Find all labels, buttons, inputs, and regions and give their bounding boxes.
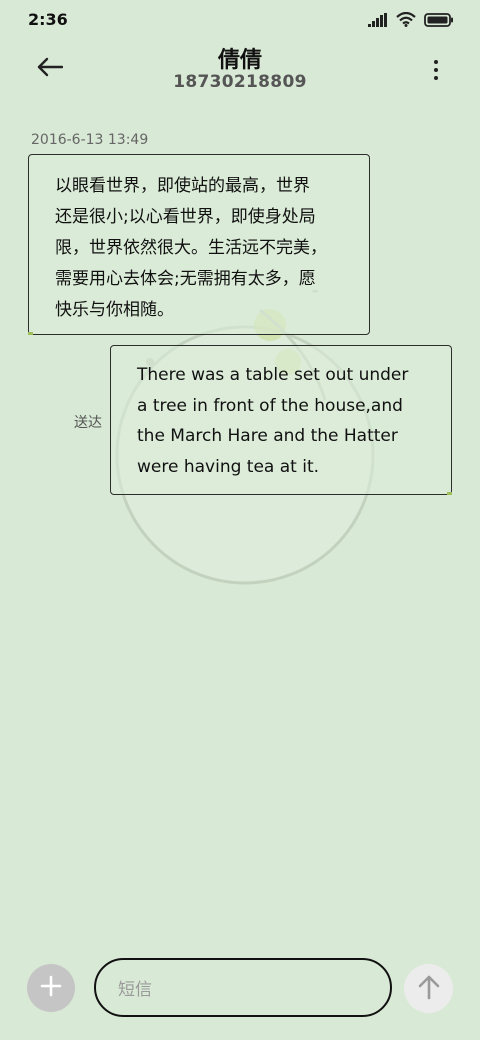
sms-input[interactable]: 短信 — [94, 958, 392, 1017]
message-composer: 短信 — [0, 950, 480, 1030]
message-timestamp: 2016-6-13 13:49 — [31, 132, 149, 148]
outgoing-message-bubble[interactable]: There was a table set out under a tree i… — [110, 345, 452, 495]
message-line: a tree in front of the house,and — [137, 395, 403, 416]
conversation-header: 倩倩 18730218809 — [0, 40, 480, 102]
wifi-icon — [396, 11, 416, 31]
message-line: 限，世界依然很大。生活远不完美， — [55, 238, 327, 258]
contact-number: 18730218809 — [173, 72, 307, 92]
message-line: There was a table set out under — [137, 365, 409, 385]
status-time: 2:36 — [28, 10, 68, 29]
message-line: 还是很小;以心看世界，即使身处局 — [55, 207, 316, 227]
plus-icon — [40, 975, 62, 1001]
incoming-message-bubble[interactable]: 以眼看世界，即使站的最高，世界 还是很小;以心看世界，即使身处局 限，世界依然很… — [28, 154, 370, 335]
bubble-corner-tick — [447, 492, 452, 495]
add-attachment-button[interactable] — [27, 964, 75, 1012]
more-vertical-icon — [434, 60, 438, 64]
message-line: 以眼看世界，即使站的最高，世界 — [55, 176, 310, 196]
delivery-status: 送达 — [74, 415, 102, 431]
message-line: were having tea at it. — [137, 456, 320, 477]
sms-input-placeholder: 短信 — [118, 980, 152, 1000]
battery-icon — [424, 12, 454, 31]
send-button[interactable] — [404, 964, 453, 1013]
signal-icon — [368, 12, 388, 31]
message-line: 快乐与你相随。 — [55, 300, 174, 320]
status-icons — [368, 11, 454, 31]
status-bar: 2:36 — [0, 0, 480, 40]
arrow-up-icon — [417, 974, 441, 1004]
message-line: the March Hare and the Hatter — [137, 426, 398, 446]
message-line: 需要用心去体会;无需拥有太多，愿 — [55, 269, 316, 289]
contact-name: 倩倩 — [217, 48, 262, 73]
more-options-button[interactable] — [428, 56, 444, 84]
bubble-corner-tick — [28, 332, 33, 335]
